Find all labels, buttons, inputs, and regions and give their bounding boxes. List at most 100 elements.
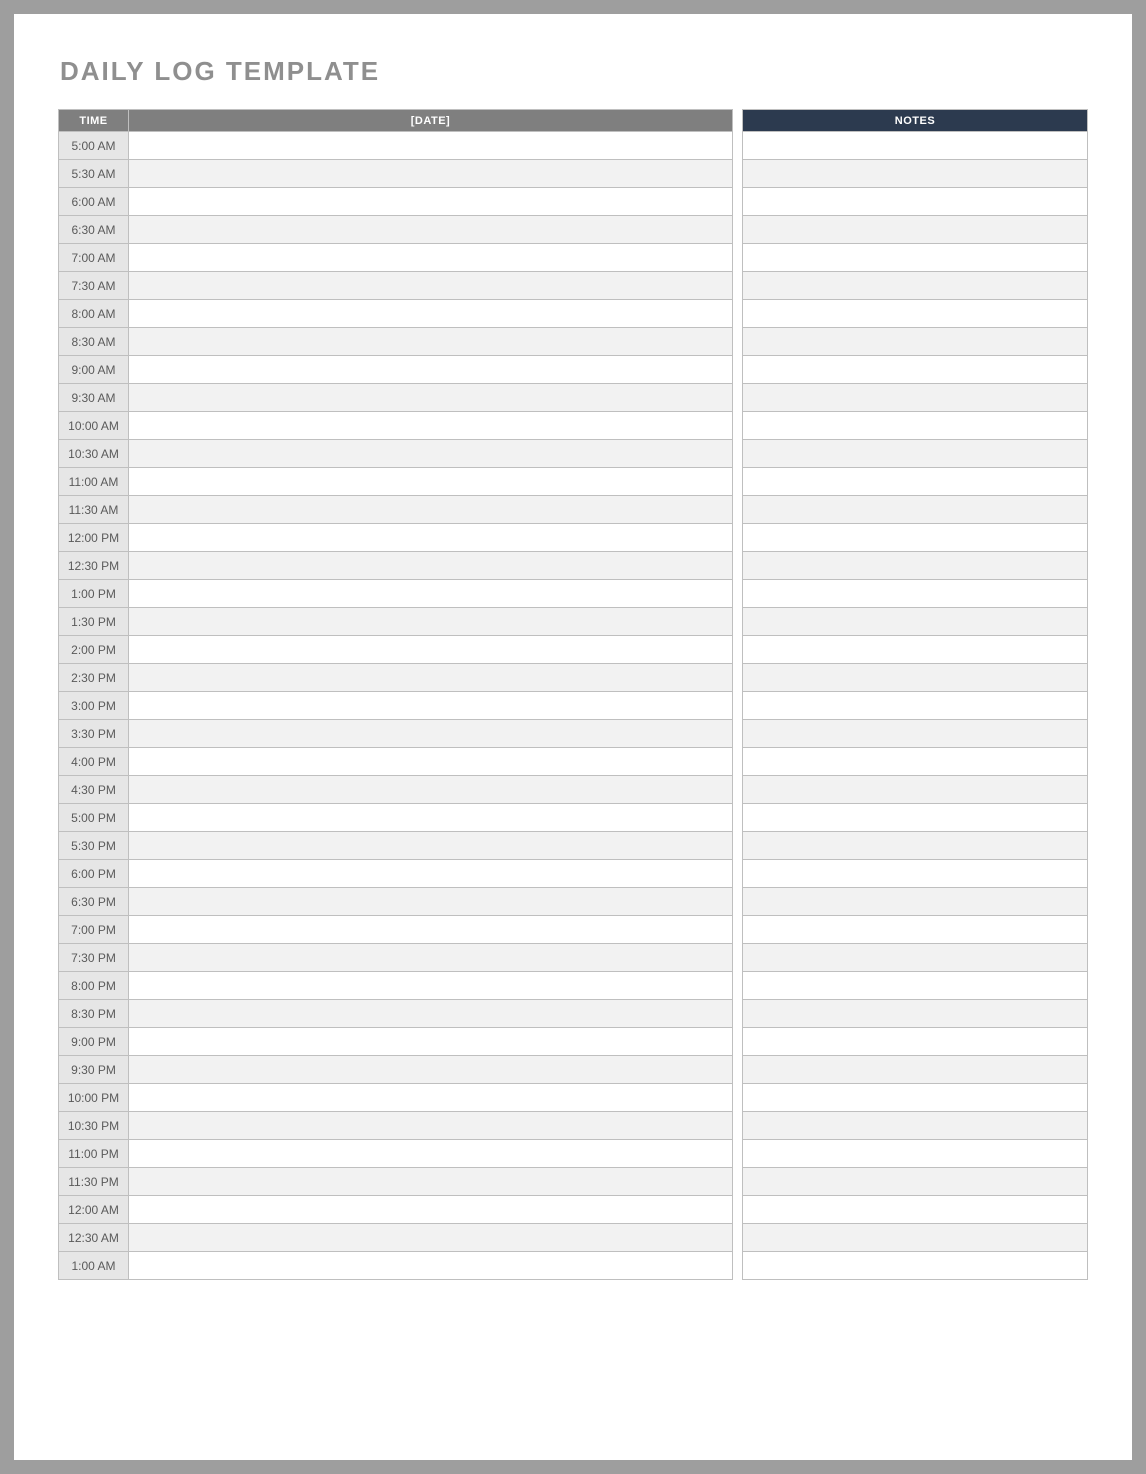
notes-cell[interactable]: [743, 916, 1088, 944]
notes-cell[interactable]: [743, 384, 1088, 412]
time-cell: 12:00 PM: [59, 524, 129, 552]
notes-cell[interactable]: [743, 412, 1088, 440]
notes-cell[interactable]: [743, 552, 1088, 580]
notes-cell[interactable]: [743, 664, 1088, 692]
notes-cell[interactable]: [743, 1084, 1088, 1112]
notes-cell[interactable]: [743, 356, 1088, 384]
entry-cell[interactable]: [129, 972, 733, 1000]
notes-cell[interactable]: [743, 496, 1088, 524]
entry-cell[interactable]: [129, 496, 733, 524]
entry-cell[interactable]: [129, 608, 733, 636]
entry-cell[interactable]: [129, 1028, 733, 1056]
table-row: 12:30 PM: [59, 552, 1088, 580]
notes-cell[interactable]: [743, 160, 1088, 188]
entry-cell[interactable]: [129, 776, 733, 804]
entry-cell[interactable]: [129, 1112, 733, 1140]
notes-cell[interactable]: [743, 776, 1088, 804]
entry-cell[interactable]: [129, 1252, 733, 1280]
entry-cell[interactable]: [129, 720, 733, 748]
entry-cell[interactable]: [129, 636, 733, 664]
notes-cell[interactable]: [743, 748, 1088, 776]
notes-cell[interactable]: [743, 692, 1088, 720]
entry-cell[interactable]: [129, 132, 733, 160]
entry-cell[interactable]: [129, 552, 733, 580]
notes-cell[interactable]: [743, 888, 1088, 916]
notes-cell[interactable]: [743, 608, 1088, 636]
notes-cell[interactable]: [743, 832, 1088, 860]
time-cell: 4:30 PM: [59, 776, 129, 804]
notes-cell[interactable]: [743, 1000, 1088, 1028]
notes-cell[interactable]: [743, 720, 1088, 748]
entry-cell[interactable]: [129, 524, 733, 552]
time-cell: 2:00 PM: [59, 636, 129, 664]
time-cell: 2:30 PM: [59, 664, 129, 692]
entry-cell[interactable]: [129, 412, 733, 440]
notes-cell[interactable]: [743, 188, 1088, 216]
entry-cell[interactable]: [129, 916, 733, 944]
notes-cell[interactable]: [743, 1112, 1088, 1140]
entry-cell[interactable]: [129, 216, 733, 244]
entry-cell[interactable]: [129, 1140, 733, 1168]
notes-cell[interactable]: [743, 244, 1088, 272]
notes-cell[interactable]: [743, 944, 1088, 972]
entry-cell[interactable]: [129, 664, 733, 692]
notes-cell[interactable]: [743, 1140, 1088, 1168]
notes-cell[interactable]: [743, 216, 1088, 244]
notes-cell[interactable]: [743, 804, 1088, 832]
entry-cell[interactable]: [129, 580, 733, 608]
entry-cell[interactable]: [129, 1224, 733, 1252]
page-title: DAILY LOG TEMPLATE: [60, 56, 1088, 87]
entry-cell[interactable]: [129, 1056, 733, 1084]
notes-cell[interactable]: [743, 132, 1088, 160]
table-row: 6:00 PM: [59, 860, 1088, 888]
entry-cell[interactable]: [129, 804, 733, 832]
entry-cell[interactable]: [129, 244, 733, 272]
notes-cell[interactable]: [743, 580, 1088, 608]
notes-cell[interactable]: [743, 972, 1088, 1000]
entry-cell[interactable]: [129, 860, 733, 888]
table-row: 1:00 AM: [59, 1252, 1088, 1280]
entry-cell[interactable]: [129, 944, 733, 972]
entry-cell[interactable]: [129, 1168, 733, 1196]
entry-cell[interactable]: [129, 692, 733, 720]
table-row: 11:30 PM: [59, 1168, 1088, 1196]
notes-cell[interactable]: [743, 328, 1088, 356]
entry-cell[interactable]: [129, 272, 733, 300]
entry-cell[interactable]: [129, 160, 733, 188]
notes-cell[interactable]: [743, 440, 1088, 468]
entry-cell[interactable]: [129, 1000, 733, 1028]
notes-cell[interactable]: [743, 636, 1088, 664]
notes-cell[interactable]: [743, 1056, 1088, 1084]
notes-cell[interactable]: [743, 1168, 1088, 1196]
entry-cell[interactable]: [129, 188, 733, 216]
entry-cell[interactable]: [129, 440, 733, 468]
notes-cell[interactable]: [743, 1224, 1088, 1252]
table-row: 8:30 AM: [59, 328, 1088, 356]
entry-cell[interactable]: [129, 888, 733, 916]
header-time: TIME: [59, 110, 129, 132]
entry-cell[interactable]: [129, 328, 733, 356]
entry-cell[interactable]: [129, 300, 733, 328]
notes-cell[interactable]: [743, 860, 1088, 888]
entry-cell[interactable]: [129, 384, 733, 412]
entry-cell[interactable]: [129, 468, 733, 496]
notes-cell[interactable]: [743, 1196, 1088, 1224]
entry-cell[interactable]: [129, 748, 733, 776]
entry-cell[interactable]: [129, 1084, 733, 1112]
entry-cell[interactable]: [129, 1196, 733, 1224]
column-gap: [733, 384, 743, 412]
notes-cell[interactable]: [743, 468, 1088, 496]
entry-cell[interactable]: [129, 356, 733, 384]
entry-cell[interactable]: [129, 832, 733, 860]
table-row: 1:00 PM: [59, 580, 1088, 608]
notes-cell[interactable]: [743, 1252, 1088, 1280]
time-cell: 5:30 AM: [59, 160, 129, 188]
notes-cell[interactable]: [743, 1028, 1088, 1056]
column-gap: [733, 748, 743, 776]
notes-cell[interactable]: [743, 272, 1088, 300]
time-cell: 11:00 AM: [59, 468, 129, 496]
notes-cell[interactable]: [743, 524, 1088, 552]
column-gap: [733, 552, 743, 580]
notes-cell[interactable]: [743, 300, 1088, 328]
column-gap: [733, 110, 743, 132]
